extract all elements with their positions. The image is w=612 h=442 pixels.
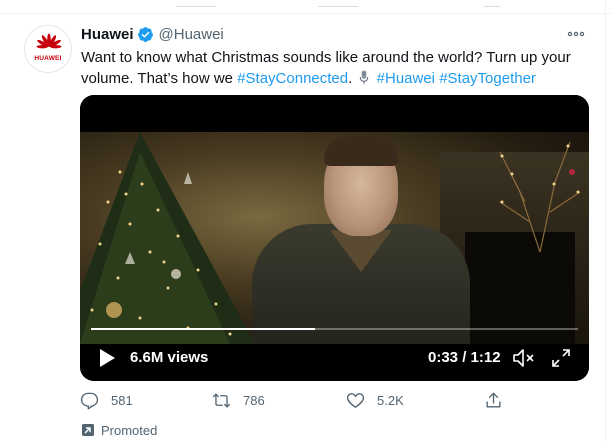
video-player[interactable]: 6.6M views 0:33 / 1:12: [80, 95, 589, 381]
avatar-brand-word: HUAWEI: [34, 55, 62, 62]
avatar[interactable]: HUAWEI: [24, 25, 72, 73]
timeline-border: [605, 0, 606, 442]
huawei-logo-icon: [36, 33, 62, 49]
microphone-icon: [360, 70, 369, 85]
volume-muted-icon[interactable]: [512, 347, 536, 369]
tweet-divider: [0, 13, 612, 14]
hashtag-link[interactable]: #StayTogether: [439, 70, 536, 87]
play-icon[interactable]: [97, 348, 117, 368]
retweet-button[interactable]: 786: [212, 388, 265, 412]
retweet-count: 786: [243, 392, 265, 408]
author-name[interactable]: Huawei: [81, 26, 134, 43]
verified-icon: [137, 26, 153, 42]
promoted-icon: [82, 424, 94, 436]
presenter-hair: [324, 136, 398, 166]
hashtag-link[interactable]: #StayConnected: [237, 70, 348, 87]
video-progress-bar[interactable]: [91, 328, 578, 330]
decorative-branches-image: [499, 141, 581, 252]
reply-count: 581: [111, 392, 133, 408]
author-handle[interactable]: @Huawei: [159, 26, 224, 43]
promoted-label: Promoted: [81, 421, 157, 439]
hashtag-link[interactable]: #Huawei: [377, 70, 435, 87]
tweet-actions: 581 786 5.2K: [0, 388, 612, 412]
expand-icon[interactable]: [550, 347, 572, 369]
like-count: 5.2K: [377, 392, 404, 408]
previous-tweet-action: [176, 0, 216, 7]
previous-tweet-action: [484, 0, 500, 7]
more-icon[interactable]: [566, 27, 586, 41]
tweet-text-part: .: [348, 70, 357, 87]
video-progress-fill: [91, 328, 316, 330]
like-icon: [346, 392, 365, 408]
letterbox-top: [80, 95, 589, 132]
video-view-count: 6.6M views: [130, 349, 209, 366]
tweet-text: Want to know what Christmas sounds like …: [81, 47, 596, 89]
promoted-text: Promoted: [101, 422, 158, 438]
tweet-header: Huawei @Huawei: [81, 23, 224, 45]
reply-icon: [80, 392, 99, 409]
video-frame[interactable]: [80, 132, 589, 354]
reply-button[interactable]: 581: [80, 388, 133, 412]
share-button[interactable]: [484, 388, 503, 412]
retweet-icon: [212, 392, 231, 408]
share-icon: [486, 392, 501, 408]
like-button[interactable]: 5.2K: [346, 388, 404, 412]
previous-tweet-action: [318, 0, 358, 7]
christmas-tree-image: [80, 132, 255, 344]
video-time: 0:33 / 1:12: [428, 349, 501, 366]
